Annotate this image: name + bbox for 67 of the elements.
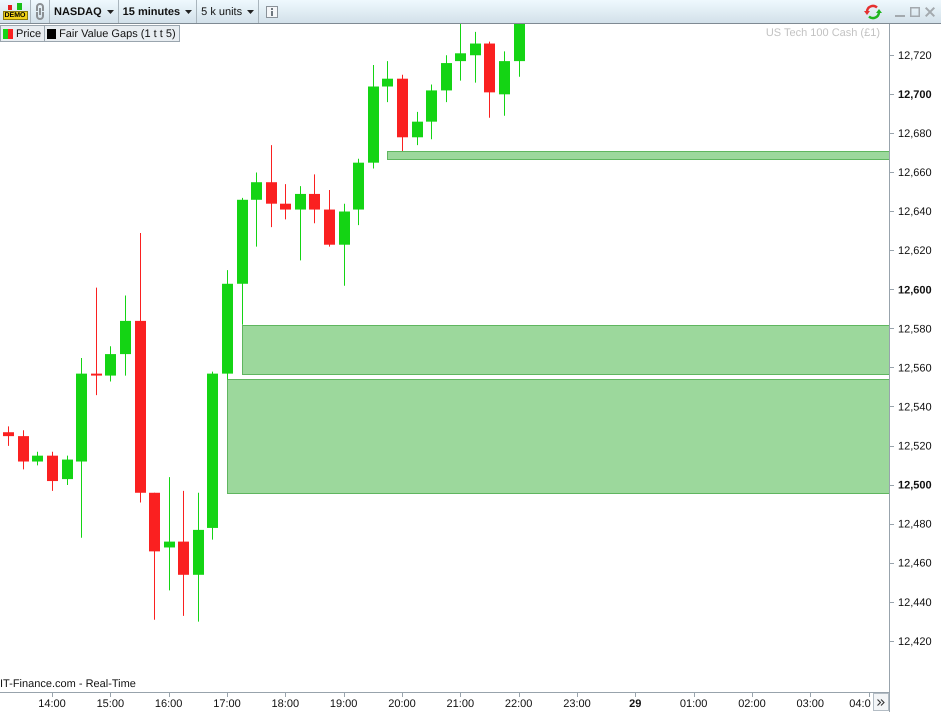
link-icon[interactable] bbox=[36, 3, 44, 20]
candlestick bbox=[426, 84, 437, 140]
candlestick bbox=[353, 158, 364, 226]
info-icon[interactable] bbox=[266, 6, 278, 18]
candlestick bbox=[382, 60, 393, 103]
price-axis-label: 12,460 bbox=[898, 558, 932, 570]
maximize-icon[interactable] bbox=[910, 6, 920, 16]
caret-icon bbox=[247, 10, 254, 14]
time-axis-label: 19:00 bbox=[330, 698, 358, 710]
dropdown-button[interactable]: 15 minutes bbox=[118, 0, 196, 23]
time-axis-label: 16:00 bbox=[154, 698, 182, 710]
candlestick bbox=[62, 455, 73, 486]
candles-icon bbox=[5, 3, 25, 10]
time-axis-label: 03:00 bbox=[796, 698, 824, 710]
price-axis-label: 12,600 bbox=[898, 284, 932, 296]
time-axis-label: 29 bbox=[629, 698, 642, 710]
price-axis-label: 12,520 bbox=[898, 440, 932, 453]
price-axis-label: 12,660 bbox=[898, 167, 932, 180]
double-chevron-icon bbox=[877, 698, 885, 706]
price-axis-label: 12,440 bbox=[898, 596, 932, 609]
candlestick bbox=[514, 24, 525, 78]
legend-item[interactable]: Price bbox=[0, 25, 46, 42]
candlestick bbox=[3, 426, 14, 446]
time-axis-label: 17:00 bbox=[213, 698, 241, 710]
price-axis-label: 12,420 bbox=[898, 636, 932, 648]
refresh-icon[interactable] bbox=[864, 4, 882, 20]
candlestick bbox=[324, 190, 335, 248]
caret-icon bbox=[106, 10, 114, 14]
caret-icon bbox=[185, 10, 192, 14]
data-source-label: IT-Finance.com - Real-Time bbox=[0, 678, 136, 690]
candlestick bbox=[309, 174, 320, 224]
candlestick bbox=[47, 451, 58, 492]
dropdown-button[interactable]: NASDAQ bbox=[50, 0, 118, 23]
price-axis-label: 12,680 bbox=[898, 128, 932, 140]
time-axis-label: 20:00 bbox=[388, 698, 416, 710]
candlestick bbox=[32, 451, 43, 466]
dropdown-button[interactable]: 5 k units bbox=[197, 0, 258, 23]
candlestick bbox=[455, 24, 466, 82]
price-axis-label: 12,620 bbox=[898, 245, 932, 258]
price-axis-label: 12,580 bbox=[898, 323, 932, 336]
price-axis-label: 12,500 bbox=[898, 480, 932, 492]
price-axis-label: 12,640 bbox=[898, 206, 932, 218]
candlestick bbox=[18, 430, 29, 470]
time-axis-label: 01:00 bbox=[680, 698, 708, 710]
candlestick bbox=[412, 111, 423, 146]
time-axis-label: 21:00 bbox=[446, 698, 474, 710]
price-axis-label: 12,700 bbox=[898, 88, 932, 101]
price-axis-label: 12,560 bbox=[898, 362, 932, 374]
time-axis-label: 02:00 bbox=[738, 698, 766, 710]
time-axis-label: 14:00 bbox=[38, 698, 66, 710]
time-axis-label: 04:0 bbox=[849, 698, 871, 710]
time-axis-label: 22:00 bbox=[504, 698, 532, 710]
instrument-label: US Tech 100 Cash (£1) bbox=[766, 27, 880, 39]
candlestick bbox=[280, 184, 291, 220]
price-axis-label: 12,480 bbox=[898, 518, 932, 531]
candlestick bbox=[105, 346, 116, 382]
price-axis-label: 12,720 bbox=[898, 50, 932, 62]
close-icon[interactable] bbox=[925, 6, 935, 16]
candlestick bbox=[441, 54, 452, 103]
price-axis-label: 12,540 bbox=[898, 401, 932, 414]
scroll-right-button[interactable] bbox=[873, 693, 889, 711]
time-axis-label: 18:00 bbox=[272, 698, 300, 710]
candlestick bbox=[499, 50, 510, 116]
legend-item[interactable]: Fair Value Gaps (1 t t 5) bbox=[45, 25, 180, 42]
time-axis-label: 15:00 bbox=[96, 698, 124, 710]
candlestick bbox=[470, 31, 481, 84]
time-axis-label: 23:00 bbox=[563, 698, 591, 710]
